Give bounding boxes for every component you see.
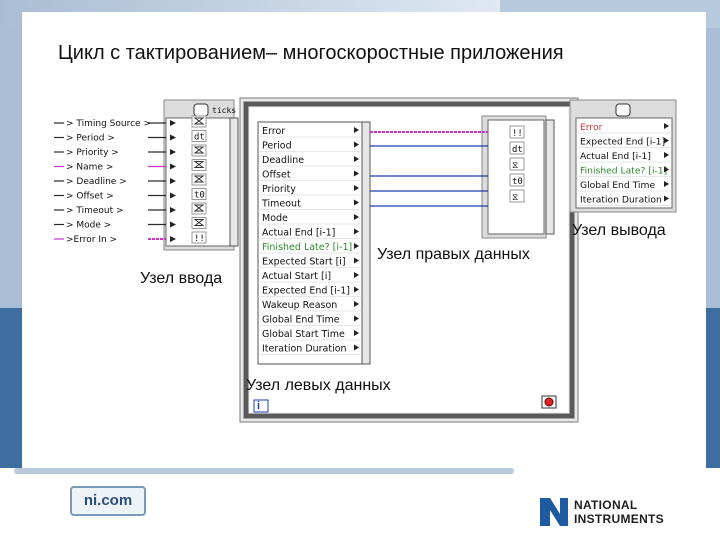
right-data-node-item[interactable]: Priority [262,184,296,195]
ticks-label: ticks [212,106,236,115]
ni-logo: NATIONAL INSTRUMENTS [538,492,698,532]
annotation-right-data-node: Узел правых данных [377,246,530,263]
left-data-label: t0 [512,177,523,187]
node-icon-text: !! [194,234,205,244]
right-data-node-item[interactable]: Mode [262,213,288,224]
annotation-output-node: Узел вывода [572,222,666,239]
right-data-node-item[interactable]: Expected End [i-1] [262,286,350,297]
left-terminal-label: > Name > [66,163,113,173]
right-data-node-item[interactable]: Period [262,141,292,152]
right-data-node-item[interactable]: Global End Time [262,315,340,326]
left-data-label: !! [512,129,523,139]
left-terminal-label: > Offset > [66,192,114,202]
right-data-node-item[interactable]: Iteration Duration [262,344,347,355]
output-node-item[interactable]: Actual End [i-1] [580,151,651,162]
left-terminal-label: > Mode > [66,221,111,231]
left-terminal-label: > Deadline > [66,177,127,187]
node-icon-text: t0 [194,191,205,201]
output-node-item[interactable]: Iteration Duration [580,195,662,206]
right-band [706,28,720,498]
left-data-label: ⧖ [512,193,518,203]
left-terminal-label: > Period > [66,134,115,144]
stop-icon [544,397,554,407]
footer-bar [14,468,514,474]
ni-logo-icon [540,498,568,526]
left-terminal-label: > Timeout > [66,206,124,216]
left-terminal-label: > Priority > [66,148,119,158]
right-data-node-item[interactable]: Wakeup Reason [262,300,337,311]
logo-line2: INSTRUMENTS [574,512,664,526]
right-data-node-item[interactable]: Actual End [i-1] [262,228,335,239]
right-data-node-item[interactable]: Expected Start [i] [262,257,346,268]
right-data-node-item[interactable]: Offset [262,170,291,181]
left-terminal-label: >Error In > [66,235,117,245]
output-node-item[interactable]: Expected End [i-1] [580,137,665,148]
left-band [0,28,22,498]
left-data-label: dt [512,145,523,155]
right-data-node-item[interactable]: Actual Start [i] [262,271,331,282]
right-data-node-item[interactable]: Global Start Time [262,329,345,340]
iteration-label: i [257,400,261,412]
slide-title: Цикл с тактированием– многоскоростные пр… [58,42,564,64]
output-node-item[interactable]: Finished Late? [i-1] [580,166,667,177]
left-data-label: ⧖ [512,161,518,171]
output-node-item[interactable]: Error [580,122,603,133]
right-data-node-item[interactable]: Timeout [261,199,301,210]
logo-line1: NATIONAL [574,498,638,512]
annotation-left-data-node: Узел левых данных [246,377,391,394]
right-data-node-item[interactable]: Deadline [262,155,304,166]
node-icon-text: dt [194,133,205,143]
right-data-node-item[interactable]: Finished Late? [i-1] [262,242,352,253]
output-node-item[interactable]: Global End Time [580,180,655,191]
annotation-input-node: Узел ввода [140,270,223,287]
ni-com-link[interactable]: ni.com [70,486,146,516]
left-terminal-label: > Timing Source > [66,119,151,129]
right-data-node-item[interactable]: Error [262,126,285,137]
